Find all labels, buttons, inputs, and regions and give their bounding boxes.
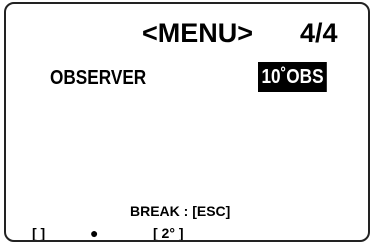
observer-setting-value[interactable]: 10˚OBS xyxy=(258,62,328,92)
lcd-screen: <MENU> 4/4 OBSERVER 10˚OBS BREAK : [ESC]… xyxy=(4,2,370,242)
observer-setting-label: OBSERVER xyxy=(50,67,147,89)
status-dot-icon: ● xyxy=(90,225,99,241)
status-empty-bracket: [ ] xyxy=(32,225,46,241)
break-escape-hint: BREAK : [ESC] xyxy=(130,203,231,219)
status-observer-angle: [ 2° ] xyxy=(153,225,184,241)
menu-page-indicator: 4/4 xyxy=(300,18,338,48)
menu-title: <MENU> xyxy=(142,18,254,48)
